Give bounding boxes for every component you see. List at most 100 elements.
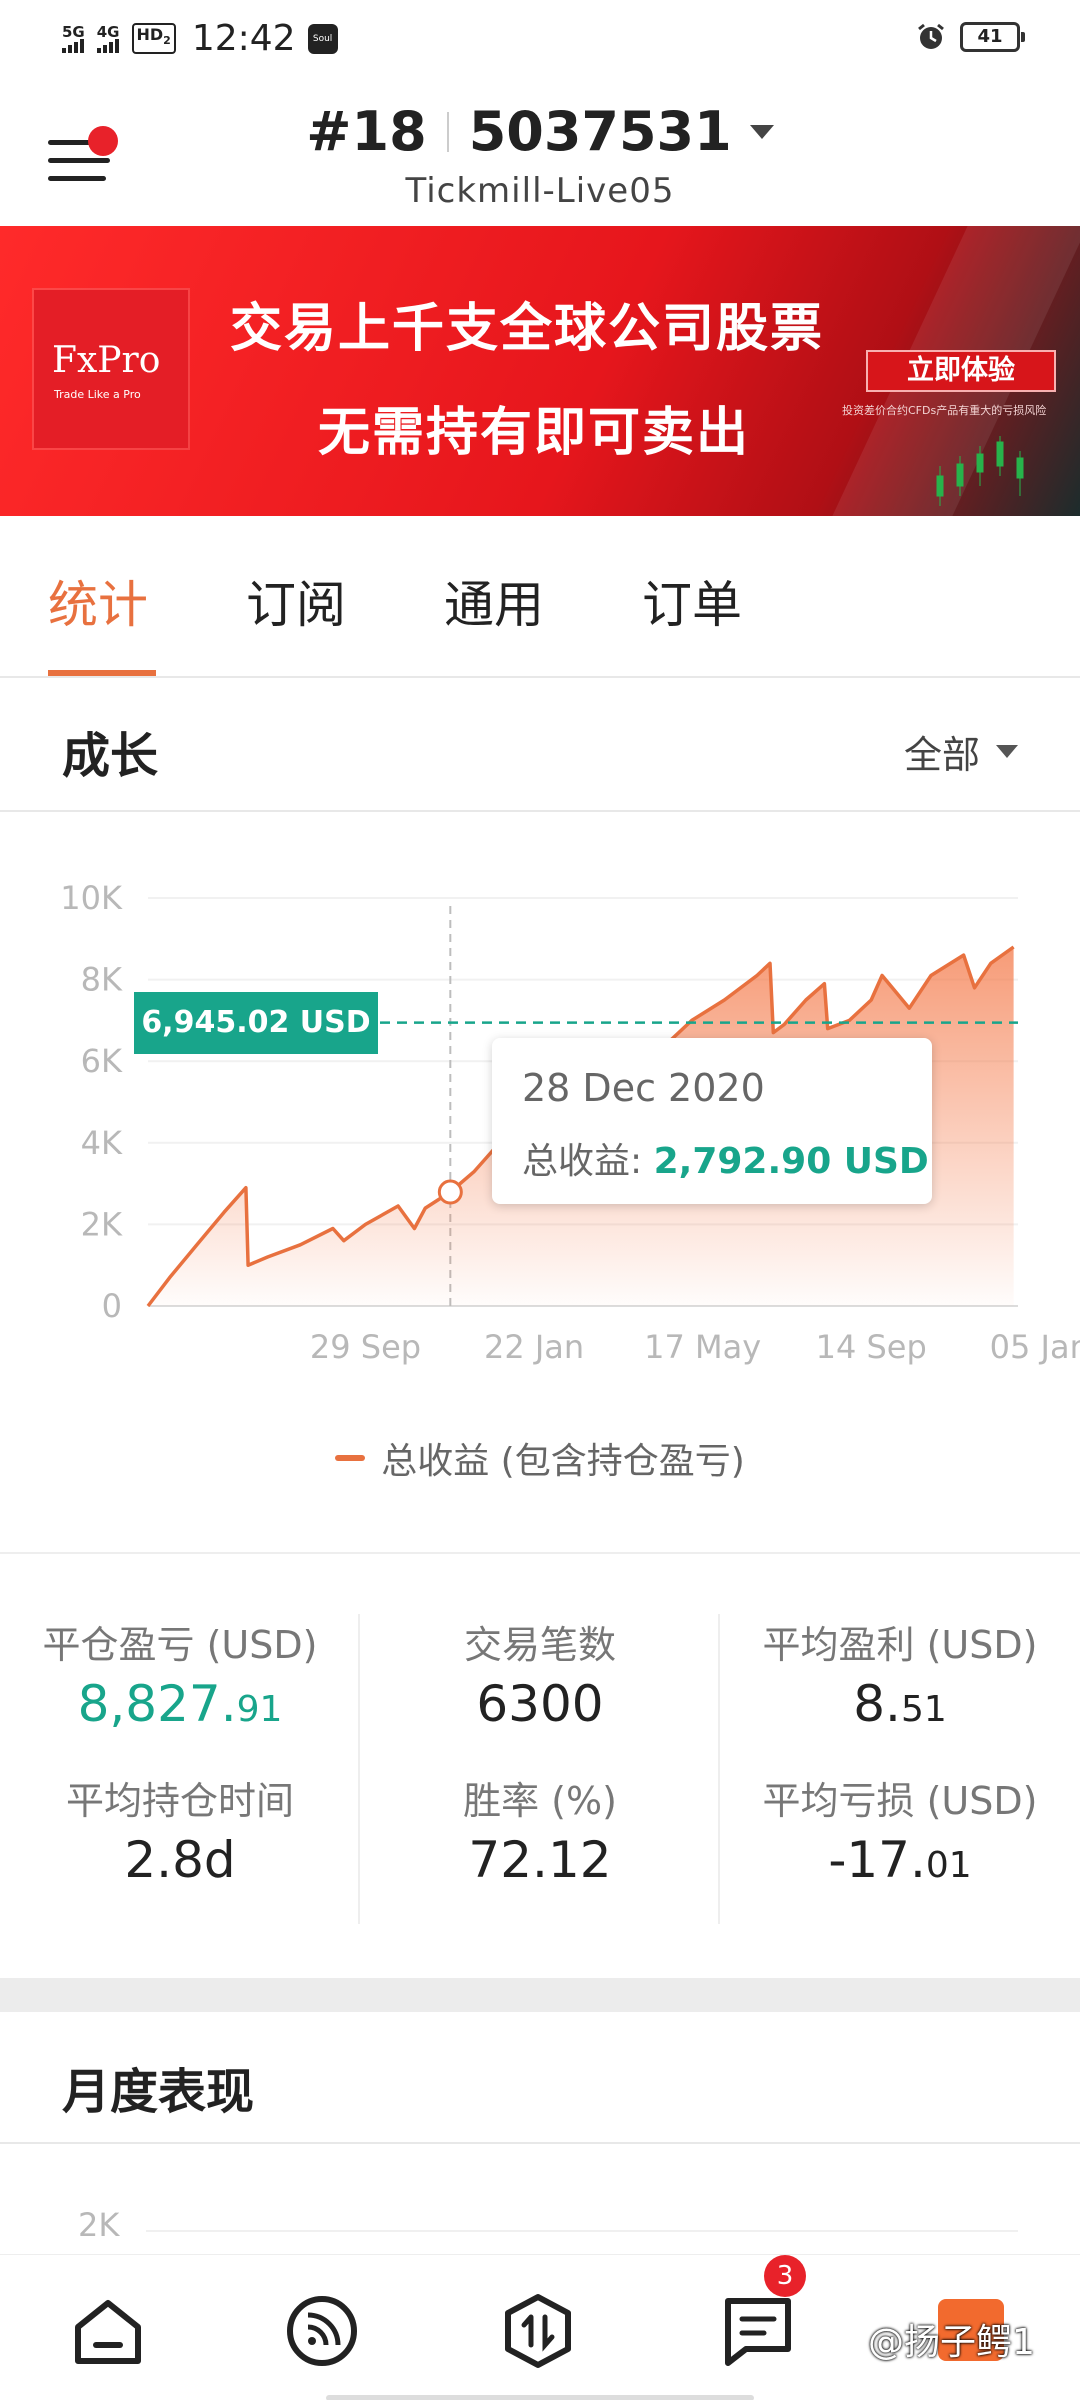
- status-right: 41: [916, 22, 1025, 52]
- stat-value: 8.51: [720, 1675, 1080, 1733]
- banner-disclaimer: 投资差价合约CFDs产品有重大的亏损风险: [842, 404, 1047, 417]
- stat-value-int: 8,827.: [77, 1675, 237, 1733]
- stats-column-middle: 交易笔数 6300 胜率 (%) 72.12: [360, 1614, 720, 1926]
- stat-value: 6300: [476, 1675, 604, 1733]
- x-tick-label: 22 Jan: [484, 1328, 584, 1366]
- tab-statistics[interactable]: 统计: [48, 516, 246, 676]
- alarm-icon: [918, 23, 944, 49]
- tooltip-point: [437, 1179, 463, 1205]
- growth-section-header: 成长 全部: [0, 680, 1080, 812]
- chart-legend[interactable]: 总收益 (包含持仓盈亏): [0, 1432, 1080, 1484]
- x-tick-label: 29 Sep: [310, 1328, 421, 1366]
- stat-value: 72.12: [468, 1831, 612, 1889]
- account-prefix: #18: [306, 100, 427, 163]
- growth-chart[interactable]: 0 2K 4K 6K 8K 10K 29 Sep 22 Jan 17 May 14 Sep 05 J…: [0, 812, 1080, 1552]
- network-4g: 4G: [96, 22, 120, 53]
- stat-trades: 交易笔数 6300: [360, 1614, 720, 1770]
- stat-closed-pl: 平仓盈亏 (USD) 8,827.91: [0, 1614, 360, 1770]
- messages-icon[interactable]: [718, 2291, 798, 2371]
- hd-voice-icon: HD2: [131, 23, 176, 54]
- tooltip-date: 28 Dec 2020: [522, 1066, 765, 1110]
- stat-value: 8,827.91: [0, 1675, 360, 1733]
- y-tick-label: 10K: [60, 879, 123, 917]
- x-tick-label: 14 Sep: [816, 1328, 927, 1366]
- account-title: #18 5037531: [306, 100, 774, 163]
- watermark: @扬子鳄1: [868, 2322, 1035, 2363]
- logo-tagline: Trade Like a Pro: [54, 388, 141, 401]
- chart-tooltip: 28 Dec 2020 总收益: 2,792.90 USD: [492, 1038, 932, 1204]
- status-left: 5G 4G HD2 12:42 Soul: [62, 18, 338, 59]
- tooltip-label: 总收益:: [522, 1141, 643, 1182]
- stats-panel: 平仓盈亏 (USD) 8,827.91 平均持仓时间 2.8d 交易笔数 630…: [0, 1552, 1080, 1978]
- stat-value-dec: 51: [900, 1689, 947, 1730]
- range-label: 全部: [903, 733, 980, 777]
- stat-value-int: 8.: [853, 1675, 901, 1733]
- banner-cta-button[interactable]: 立即体验: [866, 350, 1056, 392]
- soul-app-icon: Soul: [307, 23, 338, 54]
- status-bar: 5G 4G HD2 12:42 Soul 41: [0, 0, 1080, 80]
- section-separator: [0, 1978, 1080, 2012]
- x-tick-label: 17 May: [644, 1328, 761, 1366]
- monthly-title: 月度表现: [62, 2064, 255, 2120]
- tab-general[interactable]: 通用: [444, 516, 642, 676]
- network-5g: 5G: [62, 22, 85, 53]
- monthly-section-header: 月度表现: [0, 2012, 1080, 2144]
- stat-value: 2.8d: [124, 1831, 236, 1889]
- stat-label: 平仓盈亏 (USD): [42, 1623, 318, 1667]
- stat-win-rate: 胜率 (%) 72.12: [360, 1770, 720, 1926]
- candlestick-decoration-icon: [936, 436, 1024, 506]
- server-name: Tickmill-Live05: [405, 171, 675, 211]
- network-4g-label: 4G: [96, 22, 120, 41]
- app-header: #18 5037531 Tickmill-Live05: [0, 80, 1080, 226]
- tab-orders[interactable]: 订单: [642, 516, 840, 676]
- network-5g-label: 5G: [62, 22, 85, 41]
- range-selector[interactable]: 全部: [904, 724, 1018, 779]
- banner-headline: 交易上千支全球公司股票: [230, 299, 825, 359]
- battery-icon: 41: [960, 22, 1025, 52]
- promo-banner[interactable]: FxPro Trade Like a Pro 交易上千支全球公司股票 无需持有即…: [0, 226, 1080, 516]
- stat-label: 胜率 (%): [463, 1779, 617, 1823]
- stat-value-dec: 01: [925, 1845, 972, 1886]
- feed-icon[interactable]: [282, 2291, 362, 2371]
- account-selector[interactable]: #18 5037531 Tickmill-Live05: [0, 100, 1080, 211]
- banner-subheadline: 无需持有即可卖出: [318, 403, 751, 463]
- account-separator: [446, 111, 449, 152]
- legend-label: 总收益 (包含持仓盈亏): [381, 1441, 745, 1482]
- clock: 12:42: [191, 18, 296, 59]
- stat-value-dec: 91: [236, 1689, 283, 1730]
- y-tick-label: 4K: [81, 1124, 123, 1162]
- signal-bars-icon: [96, 38, 119, 53]
- monthly-gridline: [146, 2230, 1018, 2232]
- hd-label: HD: [136, 25, 164, 45]
- y-tick-label: 8K: [81, 961, 123, 999]
- bottom-navigation: 3 @扬子鳄1: [0, 2254, 1080, 2400]
- tooltip-value: 2,792.90 USD: [653, 1141, 929, 1182]
- tab-subscribe[interactable]: 订阅: [246, 516, 444, 676]
- tab-bar: 统计 订阅 通用 订单: [0, 516, 1080, 678]
- home-indicator[interactable]: [326, 2395, 754, 2400]
- chevron-down-icon: [996, 745, 1018, 758]
- y-tick-label: 6K: [81, 1042, 123, 1080]
- home-icon[interactable]: [68, 2291, 148, 2371]
- stats-column-right: 平均盈利 (USD) 8.51 平均亏损 (USD) -17.01: [720, 1614, 1080, 1926]
- stat-label: 平均持仓时间: [65, 1779, 294, 1823]
- y-tick-label: 2K: [81, 1205, 123, 1243]
- stat-value: -17.01: [720, 1831, 1080, 1889]
- tooltip-line: 总收益: 2,792.90 USD: [522, 1132, 929, 1184]
- stats-column-left: 平仓盈亏 (USD) 8,827.91 平均持仓时间 2.8d: [0, 1614, 360, 1926]
- trade-icon[interactable]: [498, 2291, 578, 2371]
- monthly-y-tick: 2K: [78, 2206, 120, 2244]
- legend-swatch: [335, 1455, 366, 1461]
- dropdown-caret-icon: [749, 124, 774, 139]
- stat-avg-profit: 平均盈利 (USD) 8.51: [720, 1614, 1080, 1770]
- stat-label: 交易笔数: [463, 1623, 616, 1667]
- hd-sub-label: 2: [163, 34, 171, 48]
- stat-avg-loss: 平均亏损 (USD) -17.01: [720, 1770, 1080, 1926]
- stat-value-int: -17.: [828, 1831, 926, 1889]
- reference-value-badge: 6,945.02 USD: [134, 992, 378, 1054]
- growth-title: 成长: [62, 728, 159, 784]
- x-tick-label: 05 Jan: [990, 1328, 1080, 1366]
- signal-bars-icon: [62, 38, 84, 53]
- y-tick-label: 0: [102, 1287, 122, 1325]
- account-number: 5037531: [468, 100, 732, 163]
